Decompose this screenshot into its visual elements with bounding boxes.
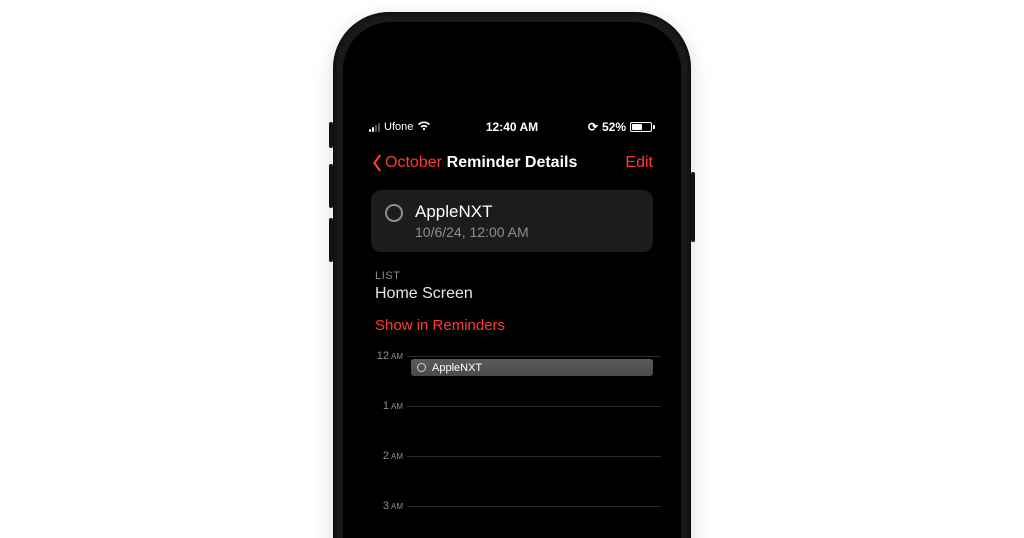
event-complete-toggle[interactable] [417,363,426,372]
reminder-datetime: 10/6/24, 12:00 AM [415,224,529,240]
volume-up-button [329,164,333,208]
power-button [691,172,695,242]
hour-row-12am: 12AM AppleNXT [363,356,661,406]
mute-switch [329,122,333,148]
event-title: AppleNXT [432,362,482,374]
list-section: LIST Home Screen [375,270,649,303]
phone-frame: Ufone 12:40 AM ⟳ 52% [333,12,691,538]
status-bar: Ufone 12:40 AM ⟳ 52% [361,112,663,138]
hour-label: 1AM [363,400,403,412]
status-time: 12:40 AM [361,120,663,134]
show-in-reminders-link[interactable]: Show in Reminders [375,317,649,334]
back-button[interactable]: October [371,154,442,172]
hour-row-3am: 3AM [363,506,661,538]
reminder-complete-toggle[interactable] [385,204,403,222]
list-value: Home Screen [375,285,649,303]
battery-icon [630,122,655,132]
timeline[interactable]: 12AM AppleNXT 1AM 2AM [363,356,661,538]
hour-label: 12AM [363,350,403,362]
edit-button[interactable]: Edit [625,154,653,172]
hour-row-2am: 2AM [363,456,661,506]
list-heading: LIST [375,270,649,282]
reminder-card[interactable]: AppleNXT 10/6/24, 12:00 AM [371,190,653,252]
reminder-title: AppleNXT [415,202,529,222]
chevron-left-icon [371,154,383,172]
back-label: October [385,154,442,172]
bezel: Ufone 12:40 AM ⟳ 52% [343,22,681,538]
hour-row-1am: 1AM [363,406,661,456]
hour-label: 3AM [363,500,403,512]
nav-bar: October Reminder Details Edit [361,138,663,186]
volume-down-button [329,218,333,262]
timeline-event[interactable]: AppleNXT [411,359,653,376]
screen: Ufone 12:40 AM ⟳ 52% [361,112,663,538]
hour-label: 2AM [363,450,403,462]
